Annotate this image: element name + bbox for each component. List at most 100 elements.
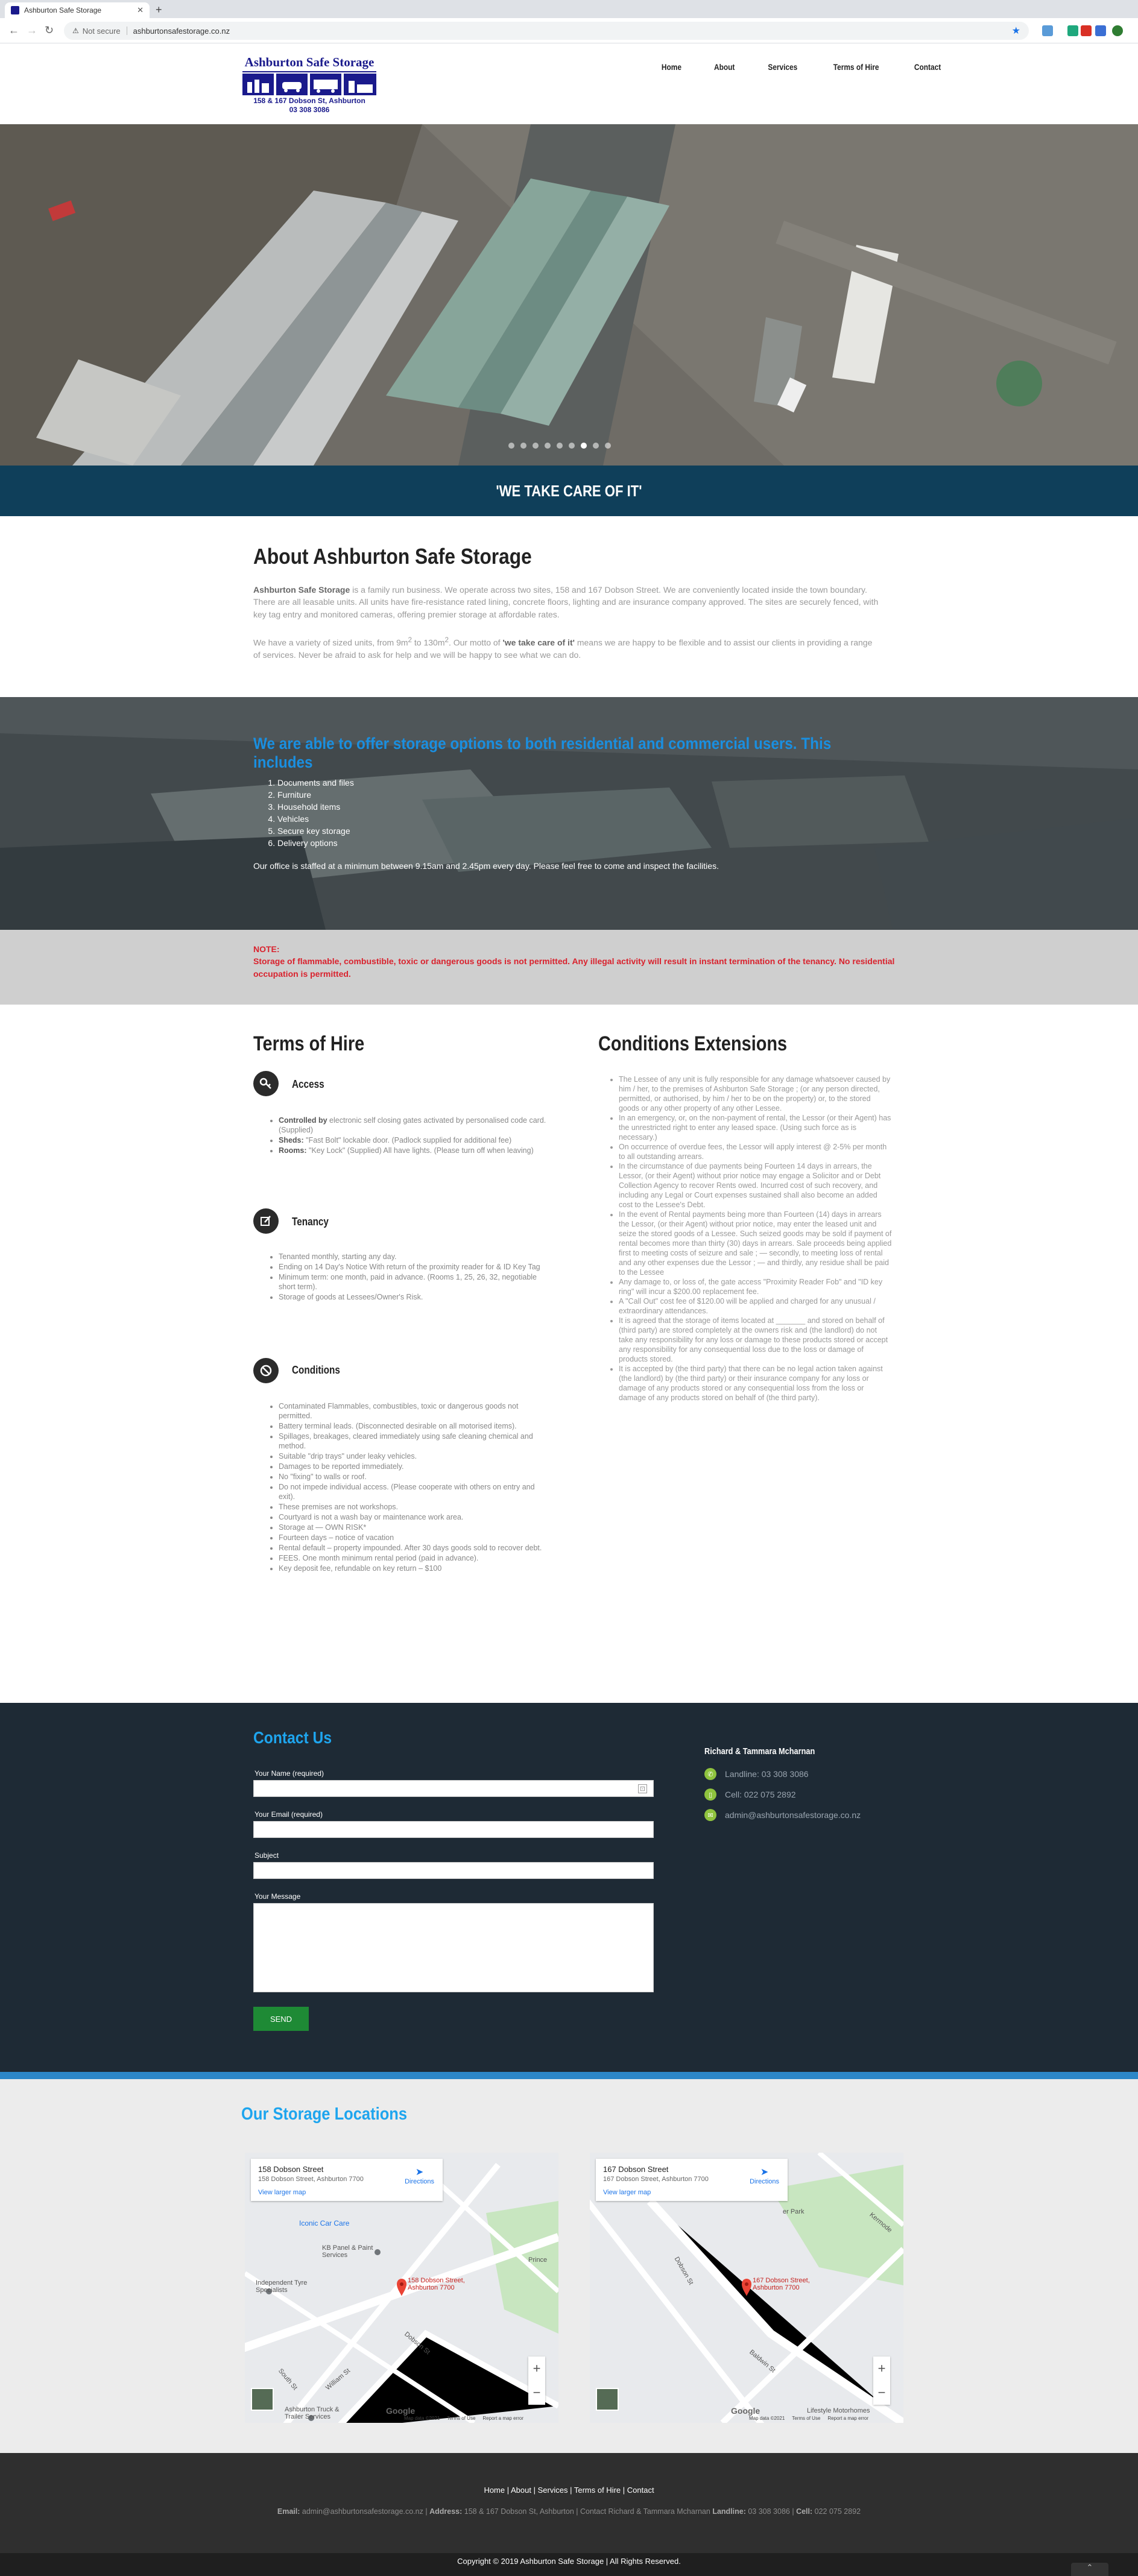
slider-dot[interactable]	[533, 443, 539, 449]
footer-link-contact[interactable]: Contact	[627, 2486, 654, 2495]
nav-home[interactable]: Home	[650, 62, 694, 72]
terms-link[interactable]: Terms of Use	[792, 2416, 820, 2421]
extension-icon[interactable]	[1081, 25, 1092, 36]
zoom-controls[interactable]: + −	[873, 2357, 890, 2405]
map-footer: Map data ©2021 Terms of Use Report a map…	[404, 2416, 523, 2421]
scroll-to-top-button[interactable]: ⌃	[1071, 2563, 1108, 2576]
list-item: Spillages, breakages, cleared immediatel…	[279, 1432, 552, 1451]
footer-link-services[interactable]: Services	[538, 2486, 568, 2495]
nav-terms[interactable]: Terms of Hire	[821, 62, 891, 72]
zoom-controls[interactable]: + −	[528, 2357, 545, 2405]
footer-link-home[interactable]: Home	[484, 2486, 505, 2495]
directions-button[interactable]: ➤ Directions	[405, 2166, 434, 2185]
owners-name: Richard & Tammara Mcharnan	[704, 1746, 815, 1757]
about-paragraph: Ashburton Safe Storage is a family run b…	[253, 584, 880, 620]
name-input[interactable]: ⊡	[253, 1780, 654, 1797]
close-tab-icon[interactable]: ✕	[137, 5, 144, 15]
slider-dot[interactable]	[605, 443, 611, 449]
list-item: A "Call Out" cost fee of $120.00 will be…	[619, 1296, 893, 1316]
list-item: In the circumstance of due payments bein…	[619, 1161, 893, 1210]
map-info-card: 158 Dobson Street 158 Dobson Street, Ash…	[251, 2159, 443, 2201]
zoom-in-icon[interactable]: +	[873, 2357, 890, 2381]
address-bar[interactable]: ⚠ Not secure ashburtonsafestorage.co.nz …	[64, 22, 1029, 40]
slider-dot[interactable]	[581, 443, 587, 449]
google-logo: Google	[386, 2406, 416, 2416]
directions-label: Directions	[405, 2178, 434, 2185]
slider-dot[interactable]	[545, 443, 551, 449]
email-row[interactable]: ✉ admin@ashburtonsafestorage.co.nz	[704, 1809, 861, 1821]
report-link[interactable]: Report a map error	[827, 2416, 868, 2421]
list-item: Vehicles	[277, 813, 354, 825]
browser-tab[interactable]: Ashburton Safe Storage ✕	[5, 2, 150, 18]
new-tab-icon[interactable]: +	[156, 4, 162, 16]
site-header	[0, 43, 1138, 124]
terms-title: Terms of Hire	[253, 1032, 365, 1055]
report-link[interactable]: Report a map error	[482, 2416, 523, 2421]
offer-list: Documents and files Furniture Household …	[277, 777, 354, 849]
zoom-in-icon[interactable]: +	[528, 2357, 545, 2381]
list-item: Storage of goods at Lessees/Owner's Risk…	[279, 1292, 552, 1302]
map-label: Iconic Car Care	[299, 2219, 350, 2227]
star-icon[interactable]: ★	[1012, 25, 1020, 37]
slider-dot[interactable]	[557, 443, 563, 449]
list-item: Battery terminal leads. (Disconnected de…	[279, 1421, 552, 1431]
extension-icon[interactable]	[1095, 25, 1106, 36]
url-text: ashburtonsafestorage.co.nz	[133, 26, 230, 36]
reload-icon[interactable]: ↻	[45, 24, 54, 37]
subject-input[interactable]	[253, 1862, 654, 1879]
message-textarea[interactable]	[253, 1903, 654, 1992]
map-pin-label: 158 Dobson Street, Ashburton 7700	[408, 2277, 465, 2291]
autofill-icon[interactable]: ⊡	[637, 1784, 647, 1793]
email-input[interactable]	[253, 1821, 654, 1838]
svg-text:03 308 3086: 03 308 3086	[289, 106, 330, 114]
footer-link-terms[interactable]: Terms of Hire	[574, 2486, 621, 2495]
profile-avatar[interactable]	[1112, 25, 1123, 36]
site-logo[interactable]: Ashburton Safe Storage 158 & 167 Dobson …	[241, 53, 378, 115]
view-larger-map-link[interactable]: View larger map	[603, 2189, 780, 2196]
list-item: Documents and files	[277, 777, 354, 789]
zoom-out-icon[interactable]: −	[873, 2381, 890, 2405]
map-167-dobson[interactable]: 167 Dobson Street 167 Dobson Street, Ash…	[590, 2153, 903, 2423]
contact-title: Contact Us	[253, 1728, 332, 1747]
contact-section	[0, 1703, 1138, 2072]
back-icon[interactable]: ←	[8, 24, 19, 37]
divider	[0, 2072, 1138, 2079]
slider-dot[interactable]	[508, 443, 514, 449]
map-label: Lifestyle Motorhomes	[807, 2407, 870, 2414]
footer-link-about[interactable]: About	[511, 2486, 531, 2495]
map-label: er Park	[783, 2208, 805, 2215]
list-item: Delivery options	[277, 837, 354, 849]
main-nav: Home About Services Terms of Hire Contac…	[645, 62, 958, 72]
view-larger-map-link[interactable]: View larger map	[258, 2189, 435, 2196]
forward-icon[interactable]: →	[27, 24, 37, 37]
map-158-dobson[interactable]: 158 Dobson Street 158 Dobson Street, Ash…	[245, 2153, 558, 2423]
offer-background	[0, 697, 1138, 930]
extension-icon[interactable]	[1067, 25, 1078, 36]
list-item: Damages to be reported immediately.	[279, 1462, 552, 1471]
satellite-toggle[interactable]	[251, 2388, 274, 2411]
nav-services[interactable]: Services	[756, 62, 810, 72]
tenancy-list: Tenanted monthly, starting any day. Endi…	[269, 1252, 552, 1302]
list-item: Courtyard is not a wash bay or maintenan…	[279, 1512, 552, 1522]
nav-contact[interactable]: Contact	[902, 62, 953, 72]
warning-note: NOTE: Storage of flammable, combustible,…	[253, 943, 905, 980]
satellite-toggle[interactable]	[596, 2388, 619, 2411]
security-label: Not secure	[82, 26, 121, 36]
list-item: In the event of Rental payments being mo…	[619, 1210, 893, 1277]
list-item: Storage at — OWN RISK*	[279, 1523, 552, 1532]
tab-title: Ashburton Safe Storage	[24, 6, 102, 14]
nav-about[interactable]: About	[702, 62, 747, 72]
slider-dot[interactable]	[593, 443, 599, 449]
slider-dot[interactable]	[569, 443, 575, 449]
zoom-out-icon[interactable]: −	[528, 2381, 545, 2405]
terms-link[interactable]: Terms of Use	[447, 2416, 475, 2421]
directions-button[interactable]: ➤ Directions	[750, 2166, 779, 2185]
email-link[interactable]: admin@ashburtonsafestorage.co.nz	[725, 1810, 861, 1820]
send-button[interactable]: SEND	[253, 2007, 309, 2031]
extension-icon[interactable]	[1042, 25, 1053, 36]
conditions-list: Contaminated Flammables, combustibles, t…	[269, 1401, 552, 1574]
conditions-extensions-title: Conditions Extensions	[598, 1032, 788, 1055]
slider-dot[interactable]	[520, 443, 526, 449]
key-icon	[253, 1071, 279, 1096]
about-paragraph: We have a variety of sized units, from 9…	[253, 636, 880, 661]
